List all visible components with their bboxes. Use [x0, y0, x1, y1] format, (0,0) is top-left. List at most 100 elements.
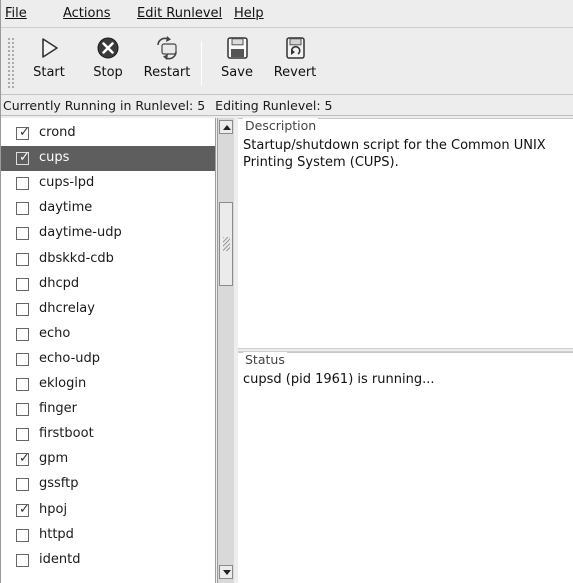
service-row[interactable]: ✓ cups	[1, 146, 215, 172]
revert-icon	[286, 37, 305, 59]
service-name: httpd	[39, 526, 74, 542]
service-name: dhcpd	[39, 275, 80, 291]
stop-button[interactable]: Stop	[85, 33, 131, 91]
floppy-disk-icon	[227, 37, 248, 59]
services-scrollbar[interactable]	[217, 118, 234, 583]
service-name: eklogin	[39, 376, 87, 391]
service-name: dbskkd-cdb	[39, 250, 114, 266]
service-checkbox[interactable]	[16, 177, 29, 191]
service-row[interactable]: ✓ crond	[1, 121, 215, 146]
menu-help-label: Help	[234, 6, 264, 21]
service-row[interactable]: ✓ gpm	[1, 447, 215, 472]
service-checkbox[interactable]	[16, 277, 29, 291]
chevron-down-icon	[223, 570, 231, 575]
service-name: firstboot	[39, 426, 94, 442]
service-name: cups-lpd	[39, 175, 95, 191]
service-name: daytime	[39, 200, 93, 216]
service-row[interactable]: httpd	[1, 523, 215, 548]
start-label: Start	[33, 65, 65, 80]
service-checkbox[interactable]	[16, 553, 29, 567]
description-panel: Description Startup/shutdown script for …	[238, 118, 573, 348]
checkmark-icon: ✓	[19, 451, 30, 467]
service-row[interactable]: ✓ hpoj	[1, 498, 215, 523]
service-name: crond	[39, 125, 76, 140]
service-row[interactable]: cups-lpd	[1, 171, 215, 196]
save-button[interactable]: Save	[215, 33, 259, 91]
menu-actions[interactable]: Actions	[63, 6, 111, 21]
toolbar: Start Stop Restart Save Revert	[1, 29, 573, 95]
menubar: File Actions Edit Runlevel Help	[1, 0, 573, 28]
service-checkbox[interactable]: ✓	[16, 125, 30, 140]
service-checkbox[interactable]	[16, 302, 29, 316]
checkmark-icon: ✓	[19, 125, 30, 140]
service-checkbox[interactable]	[16, 227, 29, 241]
service-name: finger	[39, 401, 78, 417]
toolbar-separator	[201, 41, 202, 85]
restart-label: Restart	[143, 65, 191, 80]
scroll-down-arrow[interactable]	[219, 565, 233, 579]
service-row[interactable]: daytime	[1, 196, 215, 221]
restart-button[interactable]: Restart	[139, 33, 195, 91]
revert-button[interactable]: Revert	[269, 33, 321, 91]
service-name: identd	[39, 551, 81, 567]
description-title: Description	[243, 118, 319, 133]
checkmark-icon: ✓	[19, 150, 30, 166]
service-checkbox[interactable]	[16, 378, 29, 391]
menu-file[interactable]: File	[5, 6, 27, 21]
service-name: echo-udp	[39, 350, 101, 366]
service-row[interactable]: dhcpd	[1, 272, 215, 297]
service-checkbox[interactable]	[16, 403, 29, 417]
service-checkbox[interactable]: ✓	[16, 501, 30, 517]
description-text: Startup/shutdown script for the Common U…	[243, 138, 546, 170]
service-name: gpm	[39, 451, 69, 467]
restart-icon	[157, 36, 177, 60]
service-name: echo	[39, 325, 71, 341]
service-row[interactable]: dbskkd-cdb	[1, 247, 215, 272]
service-row[interactable]: gssftp	[1, 472, 215, 497]
service-row[interactable]: identd	[1, 548, 215, 573]
start-button[interactable]: Start	[25, 33, 73, 91]
service-row[interactable]: dhcrelay	[1, 297, 215, 322]
service-row[interactable]: finger	[1, 397, 215, 422]
service-row[interactable]: echo-udp	[1, 347, 215, 372]
service-checkbox[interactable]	[16, 428, 29, 442]
service-name: gssftp	[39, 476, 79, 492]
service-name: daytime-udp	[39, 225, 122, 241]
service-row[interactable]: daytime-udp	[1, 221, 215, 246]
grip-icon	[223, 237, 230, 251]
service-checkbox[interactable]	[16, 478, 29, 492]
play-icon	[42, 38, 58, 58]
current-runlevel-text: Currently Running in Runlevel: 5	[3, 98, 206, 113]
service-checkbox[interactable]: ✓	[16, 451, 30, 467]
service-name: cups	[39, 150, 70, 166]
service-row[interactable]: echo	[1, 322, 215, 347]
revert-label: Revert	[273, 65, 317, 80]
service-name: dhcrelay	[39, 300, 95, 316]
service-checkbox[interactable]	[16, 528, 29, 542]
service-checkbox[interactable]: ✓	[16, 150, 30, 166]
service-configuration-window: File Actions Edit Runlevel Help Start St…	[0, 0, 573, 583]
scroll-thumb[interactable]	[219, 202, 233, 286]
checkmark-icon: ✓	[19, 501, 30, 517]
chevron-up-icon	[223, 125, 231, 130]
stop-icon	[97, 37, 119, 59]
service-row[interactable]: eklogin	[1, 372, 215, 397]
save-label: Save	[221, 65, 253, 80]
menu-help[interactable]: Help	[234, 6, 264, 21]
status-title: Status	[243, 352, 287, 367]
status-text: cupsd (pid 1961) is running...	[243, 372, 435, 387]
service-checkbox[interactable]	[16, 327, 29, 341]
runlevel-status-bar: Currently Running in Runlevel: 5 Editing…	[1, 96, 573, 116]
scroll-up-arrow[interactable]	[219, 120, 233, 134]
service-checkbox[interactable]	[16, 352, 29, 366]
service-checkbox[interactable]	[16, 202, 29, 216]
toolbar-grip-handle[interactable]	[7, 37, 15, 89]
service-row[interactable]: firstboot	[1, 422, 215, 447]
menu-edit-runlevel-label: Edit Runlevel	[137, 6, 223, 21]
editing-runlevel-text: Editing Runlevel: 5	[215, 98, 333, 113]
menu-edit-runlevel[interactable]: Edit Runlevel	[137, 6, 222, 21]
status-panel: Status cupsd (pid 1961) is running...	[238, 352, 573, 583]
services-list: ✓ crond ✓ cups cups-lpd daytime daytime-udp dbs…	[1, 118, 216, 583]
service-checkbox[interactable]	[16, 252, 29, 266]
service-name: hpoj	[39, 501, 68, 517]
